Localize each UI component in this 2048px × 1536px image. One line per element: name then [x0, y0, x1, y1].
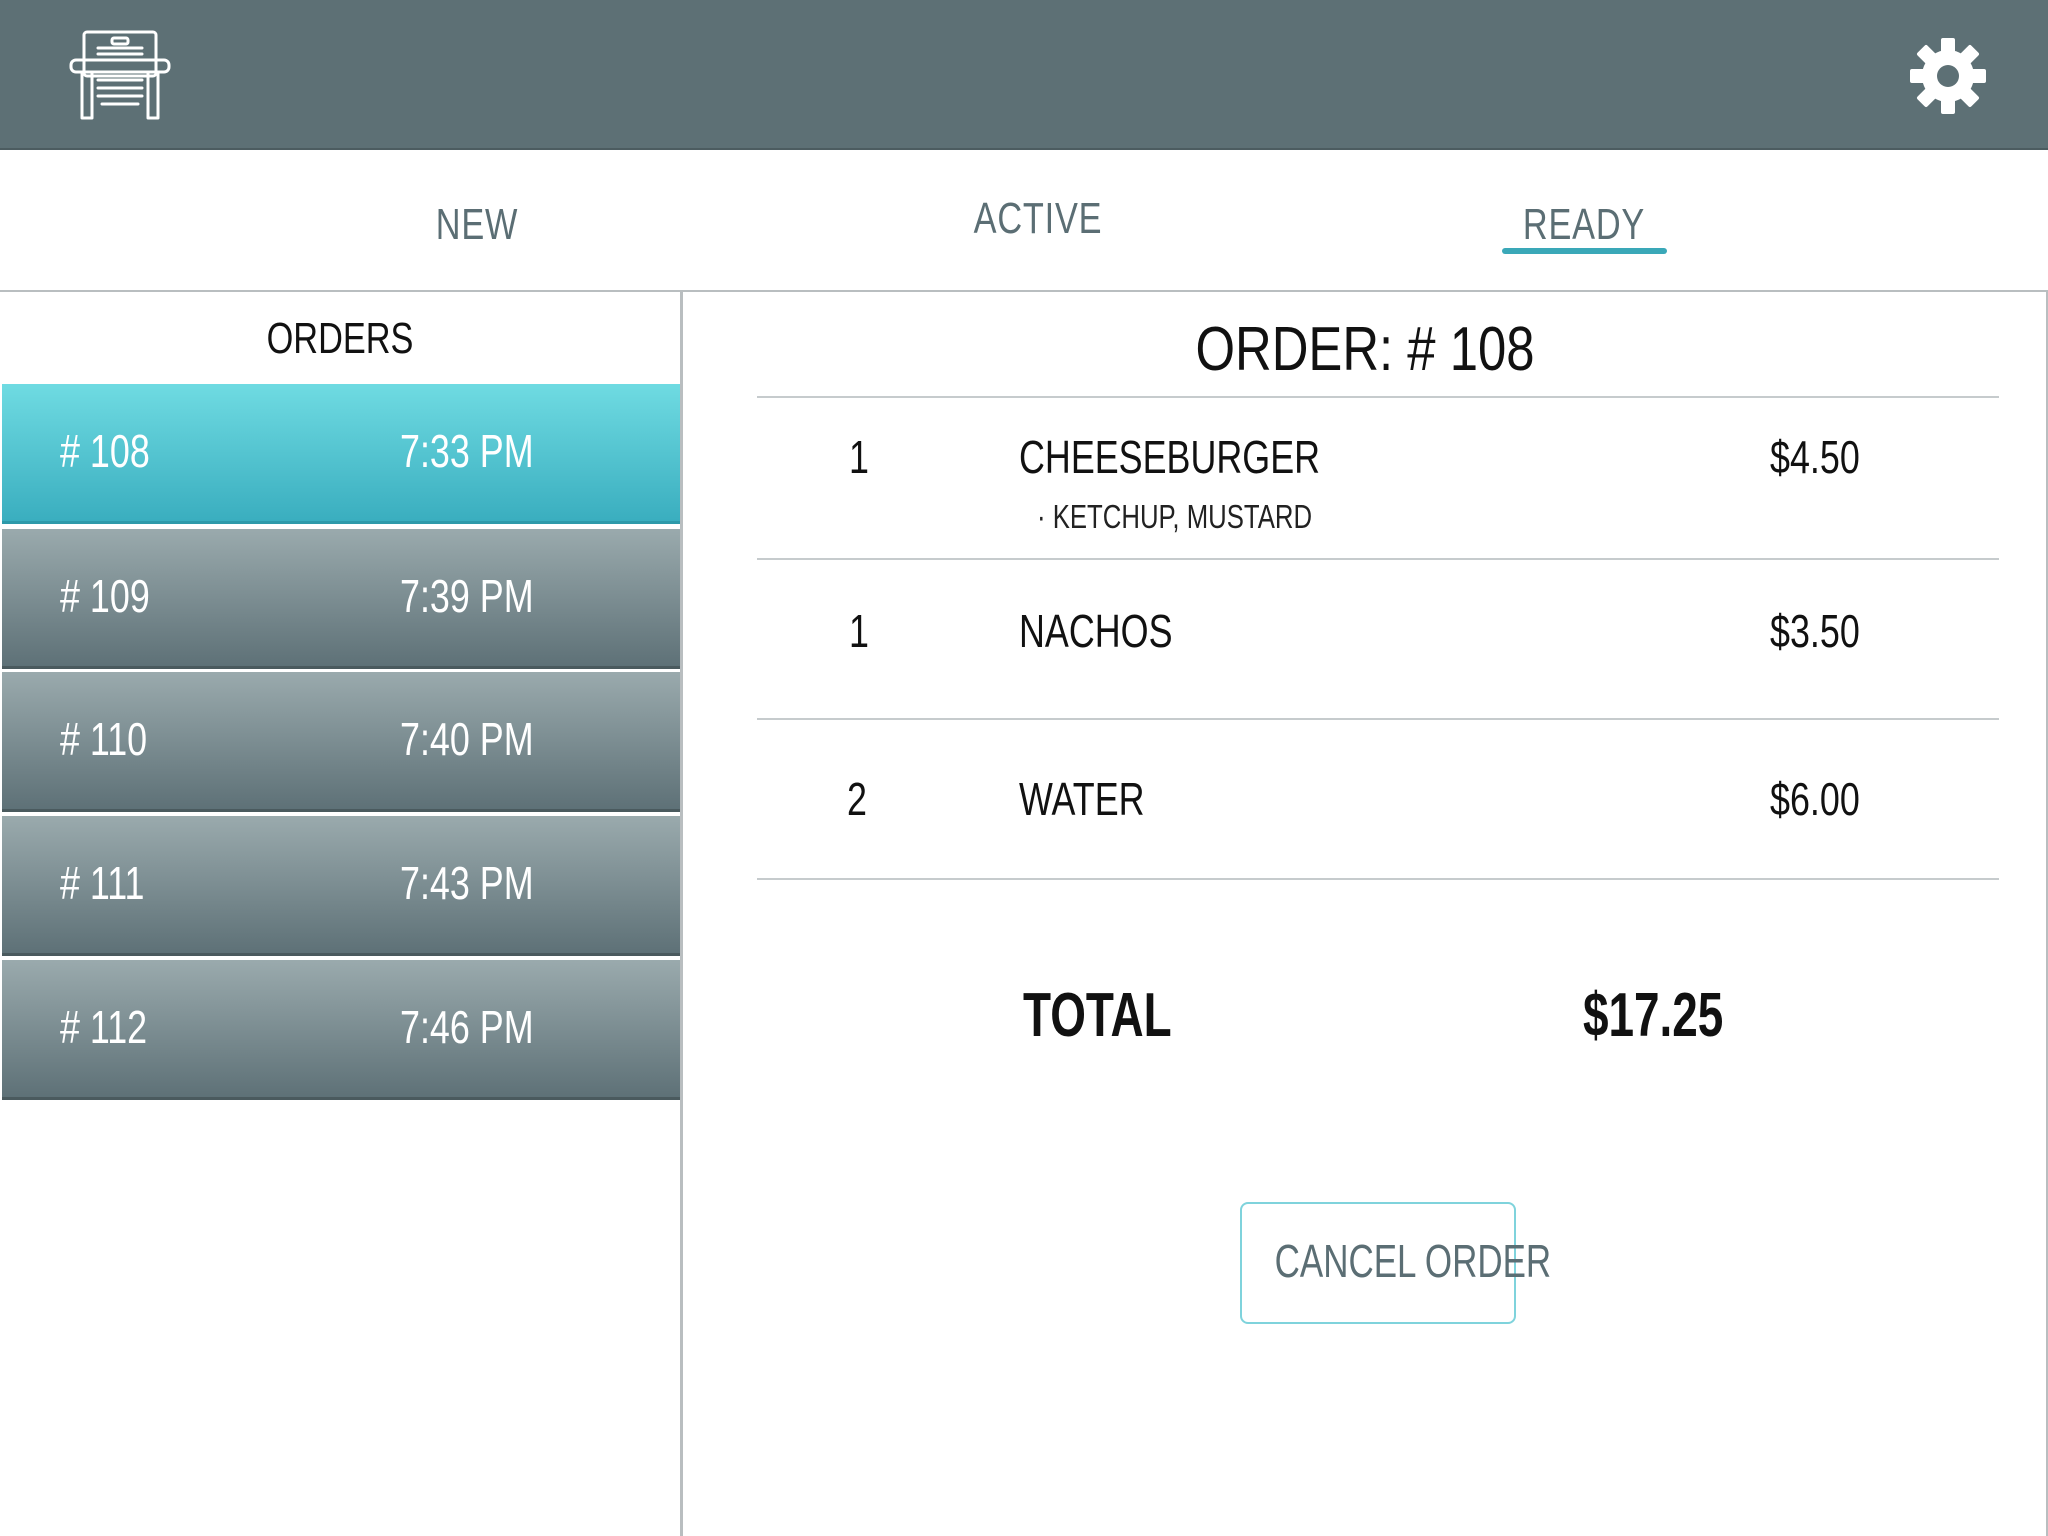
item-modifier: · KETCHUP, MUSTARD — [1037, 498, 1313, 535]
divider — [757, 878, 1999, 880]
item-qty: 1 — [849, 605, 869, 657]
order-number: # 109 — [60, 570, 150, 622]
tab-new[interactable]: NEW — [360, 200, 594, 250]
order-row-111[interactable]: # 111 7:43 PM — [2, 816, 680, 956]
tab-ready-underline — [1502, 248, 1667, 254]
register-icon[interactable] — [68, 28, 172, 122]
order-time: 7:39 PM — [400, 570, 534, 622]
order-time: 7:46 PM — [400, 1001, 534, 1053]
divider — [757, 558, 1999, 560]
item-name: WATER — [1019, 773, 1145, 825]
orders-title: ORDERS — [266, 314, 414, 363]
order-time: 7:33 PM — [400, 425, 534, 477]
order-detail-panel: ORDER: # 108 1 CHEESEBURGER $4.50 · KETC… — [682, 290, 2048, 1536]
top-bar — [0, 0, 2048, 150]
cancel-order-label: CANCEL ORDER — [1274, 1235, 1552, 1287]
order-row-108[interactable]: # 108 7:33 PM — [2, 384, 680, 524]
order-number: # 110 — [60, 713, 148, 765]
cancel-order-button[interactable]: CANCEL ORDER — [1240, 1202, 1552, 1324]
order-number: # 112 — [60, 1001, 148, 1053]
item-qty: 1 — [849, 431, 869, 483]
item-price: $3.50 — [1770, 605, 1860, 657]
item-name: NACHOS — [1019, 605, 1173, 657]
order-row-110[interactable]: # 110 7:40 PM — [2, 672, 680, 812]
tab-ready[interactable]: READY — [1467, 200, 1701, 250]
item-price: $4.50 — [1770, 431, 1860, 483]
divider — [757, 396, 1999, 398]
order-time: 7:40 PM — [400, 713, 534, 765]
divider — [757, 718, 1999, 720]
item-name: CHEESEBURGER — [1019, 431, 1321, 483]
order-time: 7:43 PM — [400, 857, 534, 909]
order-row-109[interactable]: # 109 7:39 PM — [2, 529, 680, 669]
total-label: TOTAL — [1023, 981, 1172, 1050]
orders-panel: ORDERS # 108 7:33 PM # 109 7:39 PM # 110… — [0, 290, 682, 1536]
order-detail-title: ORDER: # 108 — [1195, 315, 1535, 384]
order-row-112[interactable]: # 112 7:46 PM — [2, 960, 680, 1100]
gear-icon[interactable] — [1908, 36, 1988, 116]
total-value: $17.25 — [1583, 981, 1724, 1050]
item-price: $6.00 — [1770, 773, 1860, 825]
order-number: # 108 — [60, 425, 150, 477]
tab-active[interactable]: ACTIVE — [921, 194, 1155, 244]
item-qty: 2 — [847, 773, 867, 825]
status-tabs: NEW ACTIVE READY — [0, 150, 2048, 290]
order-number: # 111 — [60, 857, 145, 909]
